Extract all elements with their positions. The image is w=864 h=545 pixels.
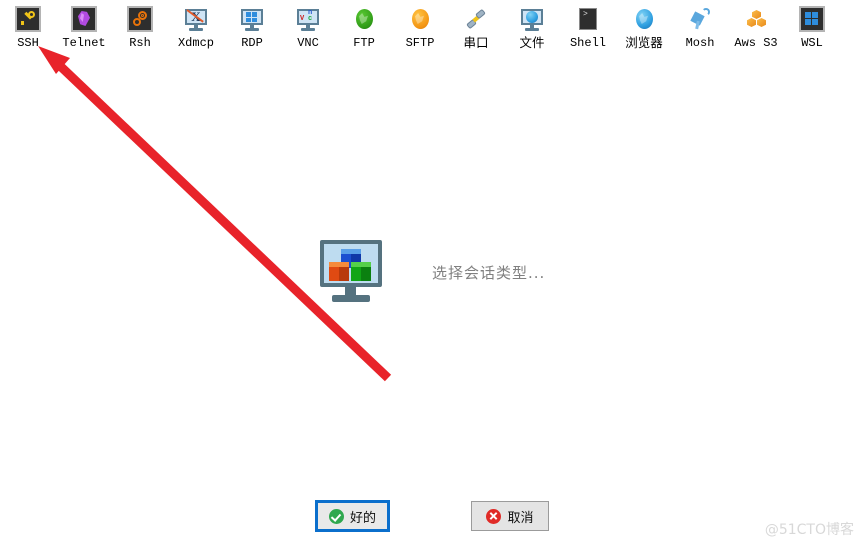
monitor-cubes-icon — [318, 240, 384, 304]
cancel-button[interactable]: 取消 — [471, 501, 549, 531]
session-type-shell[interactable]: > Shell — [560, 6, 616, 50]
mosh-satellite-icon — [687, 6, 713, 32]
xdmcp-monitor-icon: X — [183, 6, 209, 32]
ftp-green-globe-icon — [351, 6, 377, 32]
session-type-label: Aws S3 — [734, 36, 778, 50]
session-type-mosh[interactable]: Mosh — [672, 6, 728, 50]
session-type-label: FTP — [353, 36, 375, 50]
session-type-ftp[interactable]: FTP — [336, 6, 392, 50]
session-type-label: Telnet — [62, 36, 106, 50]
session-type-serial[interactable]: 串口 — [448, 6, 504, 50]
session-type-label: WSL — [801, 36, 823, 50]
session-type-label: 串口 — [463, 35, 489, 50]
session-type-label: 浏览器 — [625, 35, 663, 50]
session-type-toolbar: SSH Telnet Rsh Xdmcp RDP V n c VNC FTP S… — [0, 0, 864, 58]
session-type-ssh[interactable]: SSH — [0, 6, 56, 50]
rdp-monitor-icon — [239, 6, 265, 32]
session-type-vnc[interactable]: Vnc VNC — [280, 6, 336, 50]
session-type-label: RDP — [241, 36, 263, 50]
session-type-sftp[interactable]: SFTP — [392, 6, 448, 50]
serial-plug-icon — [463, 6, 489, 32]
vnc-monitor-icon: Vnc — [295, 6, 321, 32]
session-type-rsh[interactable]: Rsh — [112, 6, 168, 50]
session-type-label: Shell — [569, 36, 606, 50]
session-type-file[interactable]: 文件 — [504, 6, 560, 50]
green-check-icon — [328, 508, 344, 524]
session-type-label: Mosh — [685, 36, 715, 50]
dialog-button-bar: 好的 取消 — [0, 500, 864, 532]
session-type-browser[interactable]: 浏览器 — [616, 6, 672, 50]
session-type-rdp[interactable]: RDP — [224, 6, 280, 50]
wsl-windows-icon — [799, 6, 825, 32]
sftp-orange-globe-icon — [407, 6, 433, 32]
session-type-label: Xdmcp — [177, 36, 214, 50]
ok-button-label: 好的 — [349, 510, 376, 526]
rsh-gears-icon — [127, 6, 153, 32]
session-type-telnet[interactable]: Telnet — [56, 6, 112, 50]
placeholder-text: 选择会话类型... — [432, 263, 546, 282]
session-type-label: 文件 — [519, 35, 545, 50]
session-type-aws-s3[interactable]: Aws S3 — [728, 6, 784, 50]
session-type-label: Rsh — [129, 36, 151, 50]
session-type-label: VNC — [297, 36, 319, 50]
red-x-icon — [486, 508, 502, 524]
session-type-label: SSH — [17, 36, 39, 50]
session-type-xdmcp[interactable]: X Xdmcp — [168, 6, 224, 50]
session-type-label: SFTP — [405, 36, 435, 50]
aws-s3-cubes-icon — [743, 6, 769, 32]
ok-button[interactable]: 好的 — [315, 500, 390, 532]
file-monitor-icon — [519, 6, 545, 32]
browser-globe-icon — [631, 6, 657, 32]
cancel-button-label: 取消 — [507, 510, 534, 526]
session-type-wsl[interactable]: WSL — [784, 6, 840, 50]
ssh-key-icon — [15, 6, 41, 32]
session-type-dialog: SSH Telnet Rsh Xdmcp RDP V n c VNC FTP S… — [0, 0, 864, 545]
session-placeholder: 选择会话类型... — [318, 240, 545, 304]
watermark: @51CTO博客 — [764, 522, 854, 538]
shell-terminal-icon: > — [575, 6, 601, 32]
telnet-gem-icon — [71, 6, 97, 32]
